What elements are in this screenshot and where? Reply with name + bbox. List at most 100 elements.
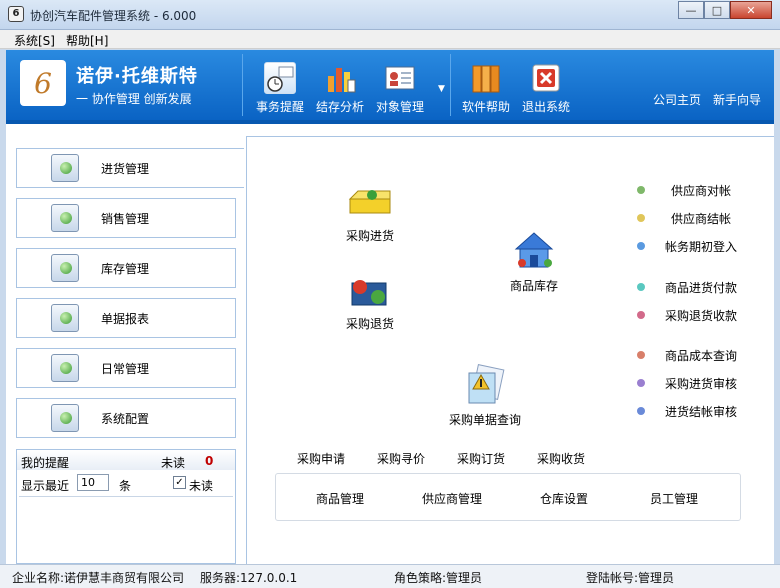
bullet-icon	[637, 214, 645, 222]
window-title: 协创汽车配件管理系统 - 6.000	[30, 9, 197, 23]
maximize-button[interactable]: □	[704, 1, 730, 19]
id-card-icon	[384, 62, 416, 94]
nav-sales-management[interactable]: 销售管理	[16, 198, 236, 238]
cost-query-link[interactable]: 商品成本查询	[665, 347, 737, 364]
bullet-icon	[637, 379, 645, 387]
report-chart-icon	[51, 304, 79, 332]
calendar-icon	[51, 354, 79, 382]
status-server: 服务器:127.0.0.1	[200, 571, 298, 585]
toolbar-help-label: 软件帮助	[461, 100, 510, 114]
reminder-list[interactable]	[19, 496, 233, 562]
supplier-management-link[interactable]: 供应商管理	[422, 490, 482, 507]
main-panel: 进货管理 销售管理 库存管理 单据报表 日常管理 系统配置 我的提醒 未读 0 …	[6, 124, 774, 564]
minimize-button[interactable]: —	[678, 1, 704, 19]
toolbar-exit-button[interactable]: 退出系统	[518, 62, 574, 115]
header-divider	[242, 54, 243, 116]
status-account: 登陆帐号:管理员	[586, 571, 675, 585]
toolbar-analysis-label: 结存分析	[315, 100, 364, 114]
purchase-return-icon	[351, 280, 387, 306]
purchase-return-label: 采购退货	[345, 317, 394, 331]
books-icon	[470, 62, 502, 94]
status-bar: 企业名称:诺伊慧丰商贸有限公司 服务器:127.0.0.1 角色策略:管理员 登…	[0, 564, 780, 588]
tab-purchase-receive[interactable]: 采购收货	[537, 450, 585, 467]
employee-management-link[interactable]: 员工管理	[650, 490, 698, 507]
toolbar-objects-button[interactable]: 对象管理	[372, 62, 428, 115]
window-controls: — □ ✕	[678, 1, 772, 19]
nav-label: 单据报表	[101, 311, 150, 326]
brand-logo: 6	[20, 60, 66, 106]
app-logo-icon: 6	[8, 6, 24, 22]
unread-label: 未读	[161, 456, 186, 470]
product-stock-button[interactable]: 商品库存	[499, 229, 569, 294]
toolbar-exit-label: 退出系统	[521, 100, 570, 114]
bullet-icon	[637, 407, 645, 415]
chevron-down-icon[interactable]: ▼	[438, 84, 445, 94]
brand-name: 诺伊·托维斯特	[76, 66, 198, 87]
chart-icon	[324, 62, 356, 94]
nav-label: 日常管理	[101, 361, 150, 376]
nav-system-config[interactable]: 系统配置	[16, 398, 236, 438]
app-header: 6 诺伊·托维斯特 一 协作管理 创新发展 事务提醒 结存分析 对象管理 ▼ 软…	[6, 50, 774, 124]
purchase-icon	[51, 154, 79, 182]
content-area: 采购进货 采购退货 商品库存 采购单据查询 供应商对帐 供应商结帐 帐务期初登入…	[246, 136, 774, 564]
left-nav: 进货管理 销售管理 库存管理 单据报表 日常管理 系统配置 我的提醒 未读 0 …	[6, 124, 244, 564]
nav-inventory-management[interactable]: 库存管理	[16, 248, 236, 288]
brand-slogan: 一 协作管理 创新发展	[76, 92, 192, 106]
warehouse-icon	[514, 232, 554, 268]
purchase-audit-link[interactable]: 采购进货审核	[665, 375, 737, 392]
toolbar-reminder-label: 事务提醒	[255, 100, 304, 114]
purchase-payment-link[interactable]: 商品进货付款	[665, 279, 737, 296]
supplier-reconcile-link[interactable]: 供应商对帐	[671, 182, 731, 199]
menu-system[interactable]: 系统[S]	[14, 32, 55, 49]
nav-label: 销售管理	[101, 211, 150, 226]
toolbar-analysis-button[interactable]: 结存分析	[312, 62, 368, 115]
beginner-guide-link[interactable]: 新手向导	[713, 91, 761, 108]
nav-label: 库存管理	[101, 261, 150, 276]
toolbar-reminder-button[interactable]: 事务提醒	[252, 62, 308, 115]
purchase-in-button[interactable]: 采购进货	[335, 185, 405, 244]
purchase-doc-query-button[interactable]: 采购单据查询	[439, 363, 531, 428]
bullet-icon	[637, 311, 645, 319]
unread-checkbox-label: 未读	[189, 479, 214, 493]
nav-label: 进货管理	[101, 161, 150, 176]
bullet-icon	[637, 242, 645, 250]
return-receipt-link[interactable]: 采购退货收款	[665, 307, 737, 324]
document-folder-icon	[468, 364, 505, 404]
bullet-icon	[637, 186, 645, 194]
bullet-icon	[637, 351, 645, 359]
nav-purchase-management[interactable]: 进货管理	[16, 148, 244, 188]
reminder-title: 我的提醒	[21, 456, 70, 470]
opening-balance-link[interactable]: 帐务期初登入	[665, 238, 737, 255]
purchase-in-label: 采购进货	[345, 229, 394, 243]
tab-purchase-order[interactable]: 采购订货	[457, 450, 505, 467]
tab-purchase-request[interactable]: 采购申请	[297, 450, 345, 467]
close-button[interactable]: ✕	[730, 1, 772, 19]
status-company: 企业名称:诺伊慧丰商贸有限公司	[12, 571, 185, 585]
unread-checkbox[interactable]: ✓	[173, 476, 186, 489]
header-divider	[450, 54, 451, 116]
exit-icon	[530, 62, 562, 94]
settle-audit-link[interactable]: 进货结帐审核	[665, 403, 737, 420]
warehouse-settings-link[interactable]: 仓库设置	[540, 490, 588, 507]
nav-daily-management[interactable]: 日常管理	[16, 348, 236, 388]
supplier-settle-link[interactable]: 供应商结帐	[671, 210, 731, 227]
purchase-return-button[interactable]: 采购退货	[335, 273, 405, 332]
sales-icon	[51, 204, 79, 232]
purchase-in-icon	[348, 190, 391, 214]
company-home-link[interactable]: 公司主页	[653, 91, 701, 108]
nav-reports[interactable]: 单据报表	[16, 298, 236, 338]
recent-count-input[interactable]: 10	[77, 474, 109, 491]
status-role: 角色策略:管理员	[394, 571, 483, 585]
recent-label: 显示最近	[21, 479, 70, 493]
title-bar: 6 协创汽车配件管理系统 - 6.000 — □ ✕	[0, 0, 780, 30]
gear-icon	[51, 404, 79, 432]
tab-purchase-inquiry[interactable]: 采购寻价	[377, 450, 425, 467]
toolbar-help-button[interactable]: 软件帮助	[458, 62, 514, 115]
bullet-icon	[637, 283, 645, 291]
toolbar-objects-label: 对象管理	[375, 100, 424, 114]
clock-icon	[264, 62, 296, 94]
unread-count: 0	[205, 454, 214, 468]
product-management-link[interactable]: 商品管理	[316, 490, 364, 507]
menu-help[interactable]: 帮助[H]	[66, 32, 108, 49]
quick-links-panel: 商品管理 供应商管理 仓库设置 员工管理	[275, 473, 741, 521]
